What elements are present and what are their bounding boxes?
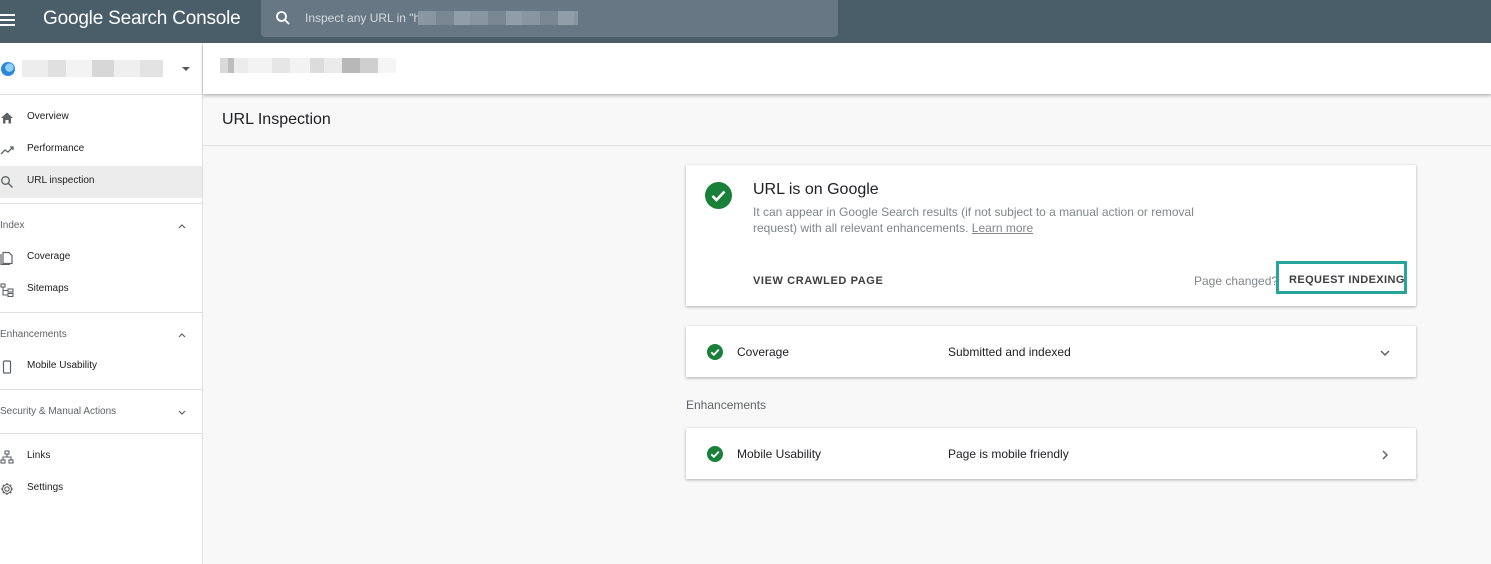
divider (0, 389, 202, 390)
index-status-card: URL is on Google It can appear in Google… (686, 165, 1416, 306)
chevron-right-icon[interactable] (1379, 449, 1391, 461)
chevron-down-icon (182, 67, 190, 71)
chevron-down-icon (178, 410, 186, 415)
gear-icon (1, 483, 13, 495)
sidebar-item-label: Sitemaps (27, 283, 69, 294)
main-content: URL Inspection URL is on Google It can a… (203, 94, 1491, 564)
check-circle-icon (705, 182, 732, 209)
chevron-down-icon[interactable] (1379, 347, 1391, 359)
sidebar-item-label: Settings (27, 482, 64, 493)
redacted-inspected-url (220, 58, 396, 73)
inspected-url-bar (203, 43, 1491, 94)
mobile-usability-label: Mobile Usability (737, 447, 822, 461)
search-icon (276, 11, 290, 25)
top-app-bar: Google Search Console (0, 0, 1491, 43)
sidebar-item-label: Coverage (27, 251, 71, 262)
divider (0, 433, 202, 434)
sidebar-item-mobile-usability[interactable]: Mobile Usability (0, 351, 202, 383)
learn-more-link[interactable]: Learn more (972, 221, 1033, 235)
sidebar-item-settings[interactable]: Settings (0, 473, 202, 505)
mobile-usability-row[interactable]: Mobile Usability Page is mobile friendly (686, 428, 1416, 479)
request-indexing-label: REQUEST INDEXING (1289, 274, 1405, 286)
section-label: Index (0, 220, 25, 231)
page-changed-label: Page changed? (1194, 274, 1279, 288)
globe-icon (1, 62, 15, 76)
divider (0, 312, 202, 313)
sitemap-icon (0, 283, 14, 297)
home-icon (1, 112, 13, 124)
section-enhancements-header[interactable]: Enhancements (0, 321, 202, 349)
coverage-value: Submitted and indexed (948, 345, 1071, 359)
section-label: Enhancements (0, 329, 67, 340)
sidebar: Overview Performance URL inspection Inde… (0, 43, 203, 564)
section-security-header[interactable]: Security & Manual Actions (0, 398, 202, 426)
sidebar-item-links[interactable]: Links (0, 441, 202, 473)
document-icon (0, 251, 13, 265)
mobile-usability-value: Page is mobile friendly (948, 447, 1069, 461)
trending-up-icon (0, 146, 14, 155)
check-circle-icon (707, 446, 723, 462)
chevron-up-icon (178, 333, 186, 338)
divider (0, 203, 202, 204)
sidebar-item-label: Performance (27, 143, 85, 154)
chevron-up-icon (178, 224, 186, 229)
coverage-row[interactable]: Coverage Submitted and indexed (686, 326, 1416, 377)
url-search-box[interactable] (261, 0, 838, 37)
coverage-label: Coverage (737, 345, 790, 359)
menu-icon[interactable] (0, 12, 16, 30)
sidebar-item-performance[interactable]: Performance (0, 134, 202, 166)
section-label: Security & Manual Actions (0, 406, 117, 417)
sidebar-item-coverage[interactable]: Coverage (0, 242, 202, 274)
section-index-header[interactable]: Index (0, 212, 202, 240)
status-title: URL is on Google (753, 181, 879, 198)
view-crawled-page-button[interactable]: VIEW CRAWLED PAGE (753, 275, 883, 287)
enhancements-heading: Enhancements (686, 398, 767, 412)
sidebar-item-overview[interactable]: Overview (0, 102, 202, 134)
redacted-url (418, 11, 578, 25)
links-icon (0, 450, 14, 464)
property-selector[interactable] (0, 43, 202, 95)
redacted-property (22, 60, 163, 77)
sidebar-item-label: Mobile Usability (27, 360, 98, 371)
sidebar-item-url-inspection[interactable]: URL inspection (0, 166, 202, 198)
phone-icon (2, 360, 12, 374)
page-title: URL Inspection (222, 111, 331, 128)
search-icon (1, 176, 13, 188)
sidebar-item-sitemaps[interactable]: Sitemaps (0, 274, 202, 306)
sidebar-item-label: Overview (27, 111, 69, 122)
request-indexing-button[interactable]: REQUEST INDEXING (1276, 261, 1407, 294)
check-circle-icon (707, 344, 723, 360)
divider (203, 145, 1491, 146)
sidebar-item-label: URL inspection (27, 175, 95, 186)
app-title[interactable]: Google Search Console (43, 8, 241, 30)
status-description: It can appear in Google Search results (… (753, 204, 1213, 236)
sidebar-item-label: Links (27, 450, 51, 461)
